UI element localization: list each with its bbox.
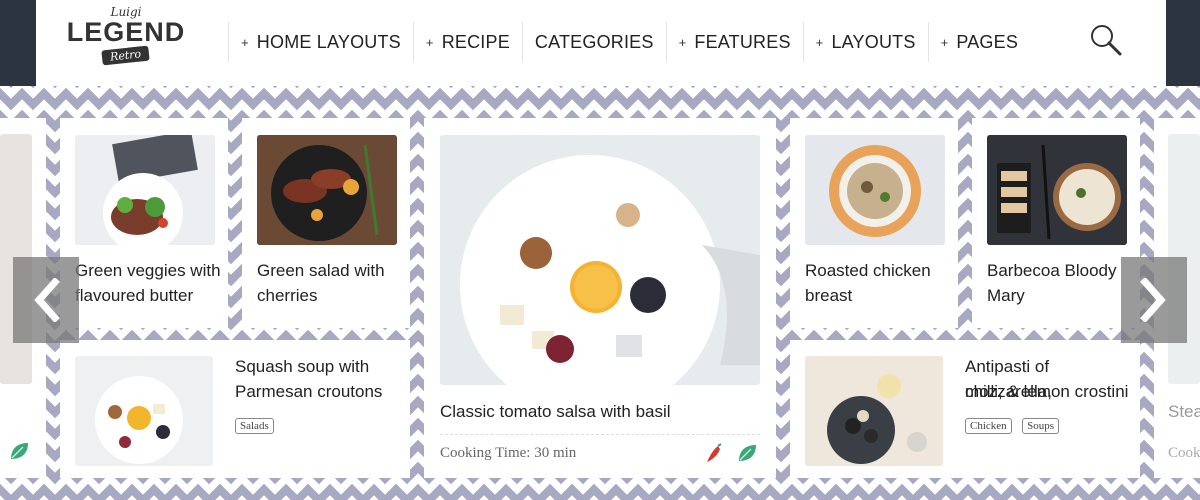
nav-item-recipe[interactable]: + RECIPE [412, 22, 522, 62]
leaf-icon [11, 443, 28, 459]
plus-icon: + [678, 34, 687, 50]
recipe-card-green-veggies[interactable]: Green veggies with flavoured butter [60, 118, 228, 328]
recipe-title[interactable]: Stea [1168, 399, 1200, 424]
recipe-title-line[interactable]: breast [805, 283, 852, 308]
recipe-image [805, 135, 945, 245]
recipe-title-line[interactable]: Mary [987, 283, 1025, 308]
recipe-card-green-salad[interactable]: Green salad with cherries [242, 118, 410, 328]
nav-item-label: RECIPE [441, 31, 510, 52]
main-nav: + HOME LAYOUTS + RECIPE CATEGORIES + FEA… [228, 22, 1030, 62]
nav-item-label: HOME LAYOUTS [256, 31, 401, 52]
recipe-title-line[interactable]: Squash soup with [235, 354, 369, 379]
recipe-image [440, 135, 760, 385]
slider-next-button[interactable] [1121, 257, 1187, 343]
recipe-title[interactable]: Classic tomato salsa with basil [440, 399, 671, 424]
recipe-card-roasted-chicken[interactable]: Roasted chicken breast [790, 118, 958, 328]
nav-item-label: FEATURES [694, 31, 791, 52]
nav-item-categories[interactable]: CATEGORIES [521, 22, 666, 62]
leaf-icon [739, 445, 756, 461]
tag-list: Chicken Soups [965, 416, 1065, 434]
nav-item-label: LAYOUTS [831, 31, 916, 52]
background-edge-left [0, 0, 36, 86]
recipe-title-line[interactable]: Barbecoa Bloody [987, 258, 1116, 283]
search-button[interactable] [1088, 22, 1124, 58]
cooking-time: Cooking Time: 30 min [440, 445, 577, 461]
chevron-right-icon [1140, 278, 1166, 322]
recipe-card-antipasti[interactable]: Antipasti of mozzarella, chilli, & lemon… [790, 340, 1140, 478]
slider-prev-button[interactable] [13, 257, 79, 343]
tag-chicken[interactable]: Chicken [965, 418, 1012, 434]
recipe-card-featured[interactable]: Classic tomato salsa with basil Cooking … [424, 118, 776, 478]
logo-sub-text: Retro [101, 45, 151, 66]
recipe-image [75, 135, 215, 245]
recipe-image [257, 135, 397, 245]
nav-item-label: CATEGORIES [534, 31, 654, 52]
recipe-card-barbecoa[interactable]: Barbecoa Bloody Mary [972, 118, 1140, 328]
search-icon [1091, 25, 1122, 56]
logo-main-text: LEGEND [66, 17, 186, 47]
cooking-time: Cook [1168, 445, 1200, 461]
background-edge-right [1164, 0, 1200, 86]
plus-icon: + [241, 34, 249, 50]
site-logo[interactable]: Luigi LEGEND Retro [67, 6, 184, 74]
recipe-title-line[interactable]: cherries [257, 283, 317, 308]
nav-item-layouts[interactable]: + LAYOUTS [802, 22, 928, 62]
recipe-title-line[interactable]: Green veggies with [75, 258, 221, 283]
plus-icon: + [940, 34, 949, 50]
nav-item-features[interactable]: + FEATURES [665, 22, 803, 62]
site-header: Luigi LEGEND Retro + HOME LAYOUTS + RECI… [36, 0, 1166, 86]
tag-list: Salads [235, 416, 280, 434]
recipe-title-line[interactable]: Roasted chicken [805, 258, 931, 283]
nav-item-home-layouts[interactable]: + HOME LAYOUTS [228, 22, 413, 62]
recipe-title-line[interactable]: Parmesan croutons [235, 379, 382, 404]
recipe-title-line[interactable]: chilli, & lemon crostini [965, 379, 1128, 404]
recipe-image [805, 356, 943, 466]
tag-salads[interactable]: Salads [235, 418, 274, 434]
recipe-card-squash-soup[interactable]: Squash soup with Parmesan croutons Salad… [60, 340, 410, 478]
recipe-image [75, 356, 213, 466]
chevron-left-icon [34, 278, 60, 322]
plus-icon: + [815, 34, 824, 50]
nav-item-pages[interactable]: + PAGES [927, 22, 1031, 62]
divider [440, 434, 760, 435]
chili-icon [707, 443, 722, 462]
tag-soups[interactable]: Soups [1022, 418, 1060, 434]
nav-item-label: PAGES [956, 31, 1019, 52]
recipe-title-line[interactable]: Green salad with [257, 258, 385, 283]
recipe-title-line[interactable]: flavoured butter [75, 283, 193, 308]
recipe-image [987, 135, 1127, 245]
plus-icon: + [425, 34, 434, 50]
